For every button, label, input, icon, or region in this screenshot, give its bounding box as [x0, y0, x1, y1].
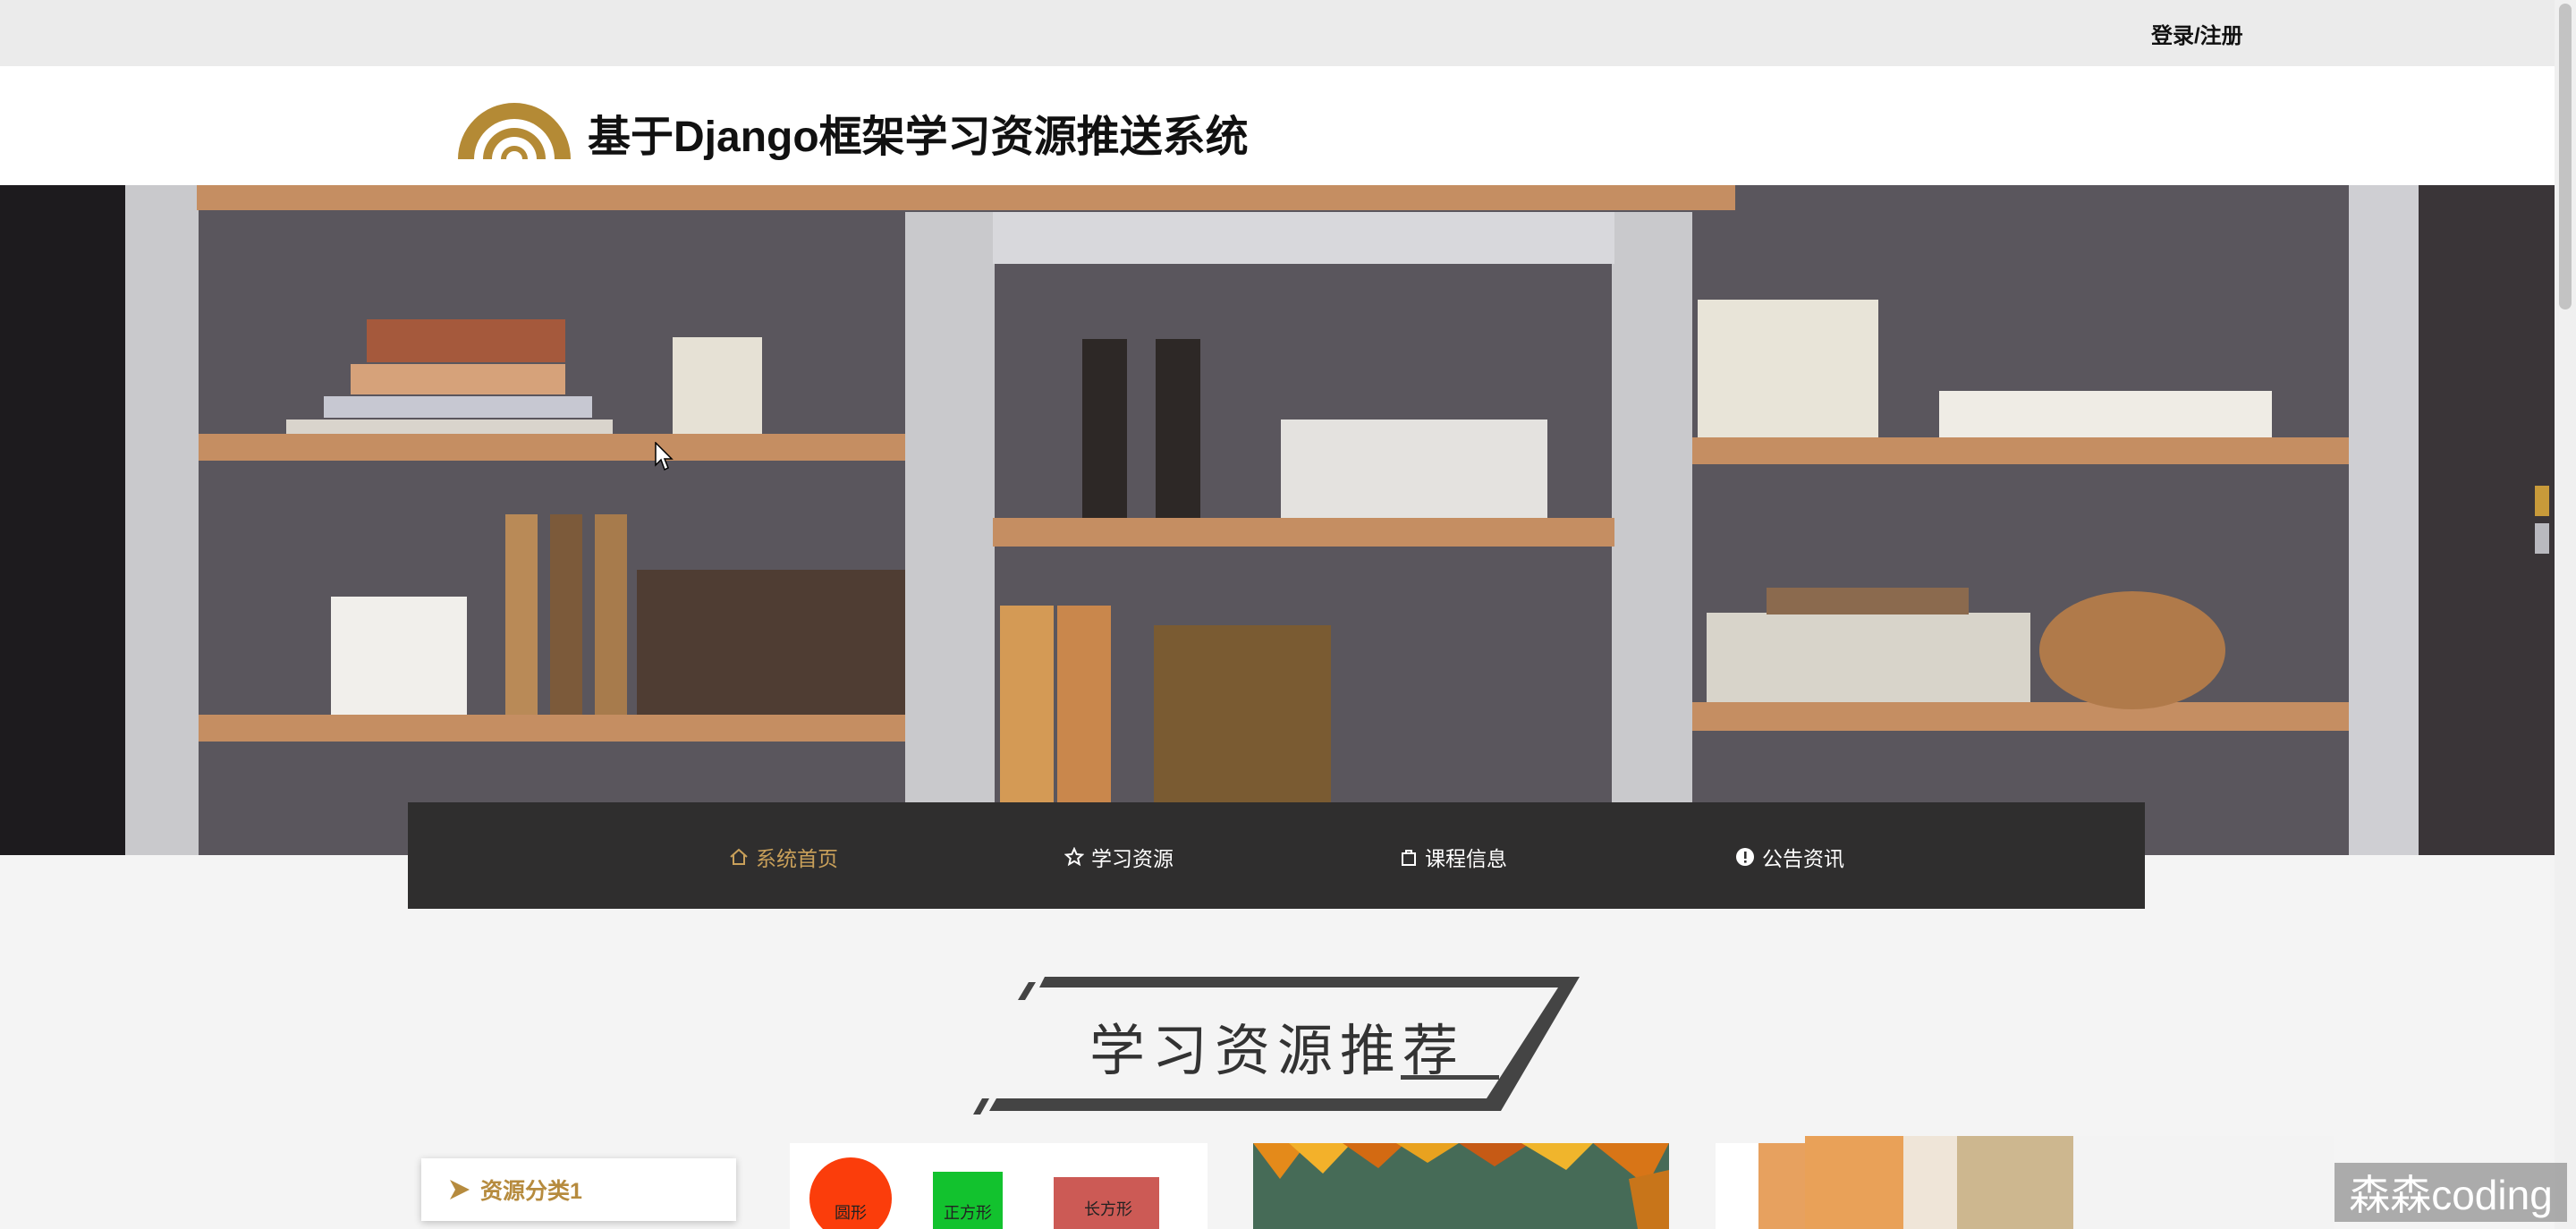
carousel-dot[interactable] — [2535, 523, 2549, 554]
autumn-leaves-thumbnail — [1253, 1143, 1669, 1229]
carousel-dot-active[interactable] — [2535, 486, 2549, 516]
bag-icon — [1402, 850, 1416, 866]
shape-label: 长方形 — [1084, 1200, 1132, 1218]
info-icon — [1736, 848, 1754, 866]
category-item[interactable]: 资源分类1 — [421, 1158, 736, 1221]
resource-card[interactable] — [1716, 1143, 1805, 1229]
mouse-cursor-icon — [655, 442, 674, 471]
blurred-thumbnail — [2073, 1136, 2334, 1229]
hero-banner — [0, 185, 2555, 855]
nav-item-home[interactable]: 系统首页 — [729, 844, 838, 870]
login-register-link[interactable]: 登录/注册 — [2151, 18, 2243, 49]
nav-item-label: 学习资源 — [1091, 847, 1174, 870]
category-label: 资源分类1 — [480, 1179, 582, 1204]
nav-item-resources[interactable]: 学习资源 — [1064, 844, 1174, 870]
bookshelf-image — [0, 185, 2555, 855]
site-title: 基于Django框架学习资源推送系统 — [588, 114, 1249, 161]
nav-item-courses[interactable]: 课程信息 — [1400, 844, 1507, 870]
watermark: 森森coding — [2334, 1163, 2567, 1222]
resource-card[interactable] — [1253, 1143, 1669, 1229]
nav-item-label: 课程信息 — [1425, 847, 1507, 870]
arrow-right-icon — [450, 1180, 470, 1199]
star-icon — [1064, 847, 1084, 867]
nav-item-label: 公告资讯 — [1762, 847, 1844, 870]
blurred-thumbnail — [1805, 1136, 1903, 1229]
shape-label: 正方形 — [944, 1204, 992, 1222]
shape-label: 圆形 — [835, 1204, 867, 1222]
blurred-thumbnail — [1903, 1136, 1957, 1229]
blurred-thumbnail — [1957, 1136, 2073, 1229]
site-header — [0, 66, 2555, 185]
logo-icon[interactable] — [454, 89, 574, 159]
home-icon — [730, 848, 748, 865]
scrollbar-thumb[interactable] — [2559, 4, 2572, 309]
resource-thumbnail — [1716, 1143, 1805, 1229]
resource-card[interactable]: 圆形 正方形 长方形 — [790, 1143, 1208, 1229]
nav-item-announcements[interactable]: 公告资讯 — [1735, 844, 1844, 870]
main-nav — [408, 802, 2145, 909]
nav-item-label: 系统首页 — [756, 847, 838, 870]
section-title: 学习资源推荐 — [1089, 1021, 1466, 1082]
